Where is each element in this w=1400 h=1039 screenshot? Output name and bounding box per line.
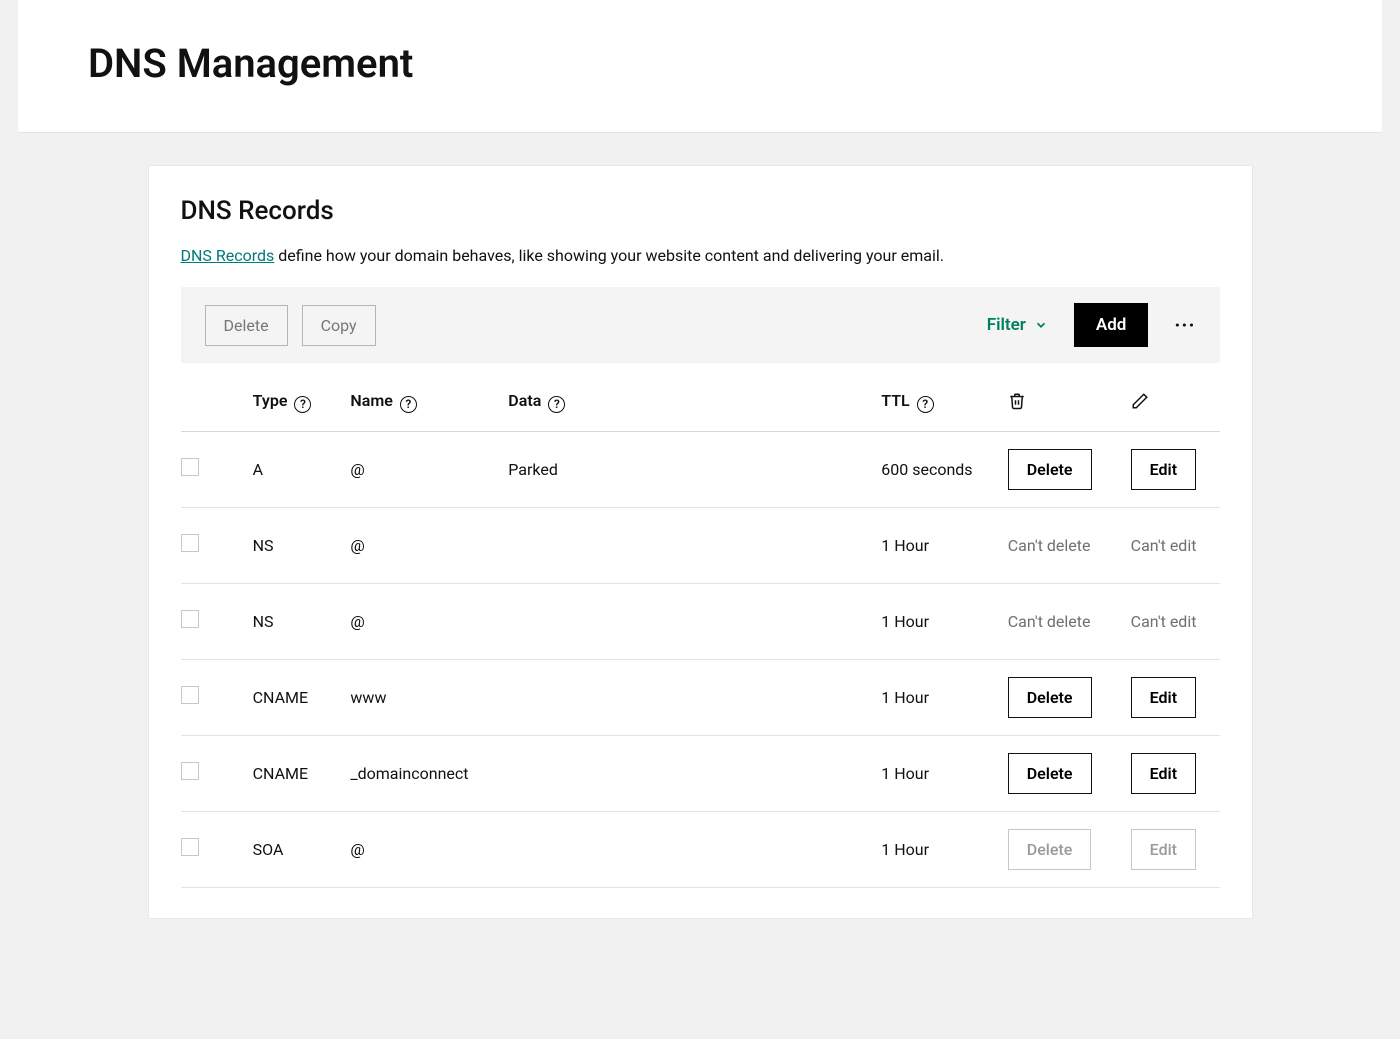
dns-records-link[interactable]: DNS Records [181, 246, 275, 265]
trash-icon [1008, 392, 1026, 410]
cell-ttl: 1 Hour [881, 811, 1008, 887]
table-row: CNAMEwww 1 HourDelete Edit [181, 659, 1220, 735]
table-row: CNAME_domainconnect 1 HourDelete Edit [181, 735, 1220, 811]
cant-delete-label: Can't delete [1008, 612, 1091, 631]
cell-data [508, 583, 881, 659]
cell-ttl: 1 Hour [881, 735, 1008, 811]
cell-name: @ [350, 431, 508, 507]
row-checkbox[interactable] [181, 762, 199, 780]
edit-row-button[interactable]: Edit [1131, 753, 1196, 794]
delete-selected-button[interactable]: Delete [205, 305, 288, 346]
table-header-row: Type ? Name ? Data ? TTL ? [181, 381, 1220, 431]
section-description: DNS Records define how your domain behav… [181, 246, 1220, 265]
column-header-ttl: TTL ? [881, 381, 1008, 431]
cant-edit-label: Can't edit [1131, 536, 1197, 555]
cell-name: _domainconnect [350, 735, 508, 811]
row-checkbox[interactable] [181, 610, 199, 628]
cell-type: CNAME [253, 659, 351, 735]
cant-edit-label: Can't edit [1131, 612, 1197, 631]
column-header-name: Name ? [350, 381, 508, 431]
table-toolbar: Delete Copy Filter Add ··· [181, 287, 1220, 363]
column-header-type: Type ? [253, 381, 351, 431]
chevron-down-icon [1034, 318, 1048, 332]
cell-type: CNAME [253, 735, 351, 811]
delete-row-button[interactable]: Delete [1008, 449, 1092, 490]
help-icon[interactable]: ? [294, 396, 311, 413]
more-menu-button[interactable]: ··· [1174, 313, 1195, 337]
section-title: DNS Records [181, 196, 1220, 226]
delete-row-button: Delete [1008, 829, 1092, 870]
edit-row-button[interactable]: Edit [1131, 449, 1196, 490]
cell-name: www [350, 659, 508, 735]
row-checkbox[interactable] [181, 534, 199, 552]
table-row: A@Parked600 secondsDelete Edit [181, 431, 1220, 507]
cell-ttl: 1 Hour [881, 659, 1008, 735]
cell-ttl: 600 seconds [881, 431, 1008, 507]
cell-type: SOA [253, 811, 351, 887]
table-row: NS@1 HourCan't delete Can't edit [181, 583, 1220, 659]
table-row: NS@1 HourCan't delete Can't edit [181, 507, 1220, 583]
dns-records-table: Type ? Name ? Data ? TTL ? [181, 381, 1220, 888]
page-title: DNS Management [88, 40, 1382, 87]
cell-ttl: 1 Hour [881, 507, 1008, 583]
cell-type: A [253, 431, 351, 507]
column-header-delete [1008, 381, 1131, 431]
delete-row-button[interactable]: Delete [1008, 753, 1092, 794]
edit-row-button: Edit [1131, 829, 1196, 870]
page-header: DNS Management [18, 0, 1382, 133]
row-checkbox[interactable] [181, 458, 199, 476]
cell-name: @ [350, 507, 508, 583]
help-icon[interactable]: ? [400, 396, 417, 413]
row-checkbox[interactable] [181, 686, 199, 704]
cell-name: @ [350, 583, 508, 659]
column-header-edit [1131, 381, 1220, 431]
table-row: SOA@1 HourDelete Edit [181, 811, 1220, 887]
dns-records-card: DNS Records DNS Records define how your … [148, 165, 1253, 919]
cell-data: Parked [508, 431, 881, 507]
filter-button[interactable]: Filter [987, 315, 1048, 335]
add-record-button[interactable]: Add [1074, 303, 1149, 347]
cell-type: NS [253, 583, 351, 659]
cell-data [508, 659, 881, 735]
cell-data [508, 811, 881, 887]
cell-ttl: 1 Hour [881, 583, 1008, 659]
column-header-data: Data ? [508, 381, 881, 431]
section-description-text: define how your domain behaves, like sho… [274, 246, 944, 265]
cant-delete-label: Can't delete [1008, 536, 1091, 555]
copy-selected-button[interactable]: Copy [302, 305, 376, 346]
edit-row-button[interactable]: Edit [1131, 677, 1196, 718]
cell-data [508, 735, 881, 811]
cell-type: NS [253, 507, 351, 583]
delete-row-button[interactable]: Delete [1008, 677, 1092, 718]
cell-name: @ [350, 811, 508, 887]
help-icon[interactable]: ? [917, 396, 934, 413]
cell-data [508, 507, 881, 583]
row-checkbox[interactable] [181, 838, 199, 856]
filter-label: Filter [987, 315, 1026, 335]
pencil-icon [1131, 392, 1149, 410]
help-icon[interactable]: ? [548, 396, 565, 413]
